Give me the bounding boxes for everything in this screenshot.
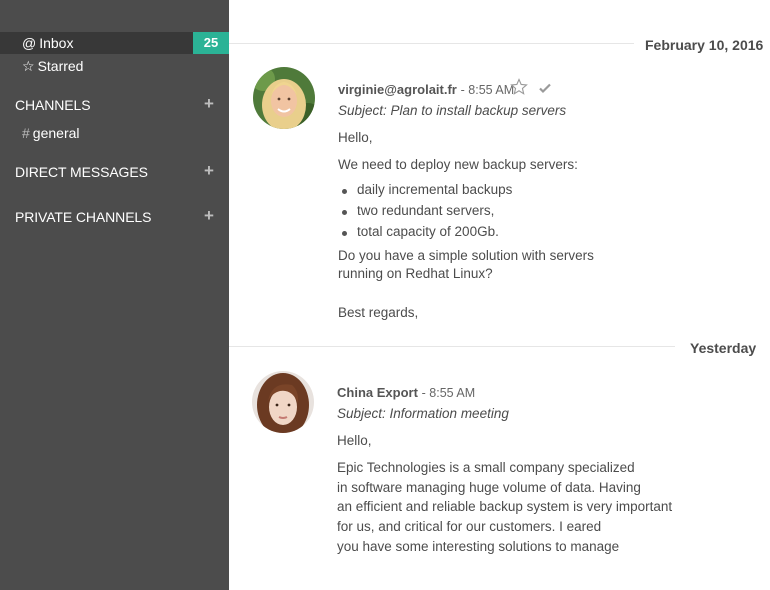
at-icon: @ bbox=[22, 35, 37, 51]
star-icon[interactable] bbox=[510, 78, 528, 101]
hash-icon: # bbox=[22, 125, 30, 141]
message-line: for us, and critical for our customers. … bbox=[337, 519, 602, 534]
message-time: - 8:55 AM bbox=[460, 83, 515, 97]
list-item: daily incremental backups bbox=[341, 182, 513, 197]
message-time: - 8:55 AM bbox=[421, 386, 476, 400]
sidebar: @ Inbox 25 ☆ Starred CHANNELS + # general D… bbox=[0, 0, 229, 590]
message-closing: Best regards, bbox=[338, 305, 419, 320]
channel-label: general bbox=[32, 125, 80, 141]
message-subject: Subject: Plan to install backup servers bbox=[338, 103, 567, 118]
unread-count-badge: 25 bbox=[193, 32, 229, 54]
message-greeting: Hello, bbox=[337, 433, 372, 448]
add-private-channel-icon[interactable]: + bbox=[204, 207, 214, 224]
date-divider-line bbox=[229, 346, 675, 347]
message-greeting: Hello, bbox=[338, 130, 373, 145]
avatar[interactable] bbox=[253, 67, 315, 129]
section-channels[interactable]: CHANNELS bbox=[15, 97, 91, 113]
check-icon[interactable] bbox=[538, 81, 552, 100]
message-line: We need to deploy new backup servers: bbox=[338, 157, 578, 172]
sidebar-item-label: Inbox bbox=[39, 35, 74, 51]
sidebar-item-label: Starred bbox=[37, 58, 84, 74]
message-subject: Subject: Information meeting bbox=[337, 406, 509, 421]
message-line: you have some interesting solutions to m… bbox=[337, 539, 620, 554]
message-author[interactable]: virginie@agrolait.fr bbox=[338, 82, 457, 97]
star-icon: ☆ bbox=[22, 58, 35, 74]
avatar[interactable] bbox=[252, 371, 314, 433]
date-separator: February 10, 2016 bbox=[645, 37, 764, 53]
message-line: running on Redhat Linux? bbox=[338, 266, 493, 281]
message-line: in software managing huge volume of data… bbox=[337, 480, 641, 495]
add-direct-message-icon[interactable]: + bbox=[204, 162, 214, 179]
sidebar-item-starred[interactable]: ☆ Starred bbox=[0, 55, 229, 77]
section-private-channels[interactable]: PRIVATE CHANNELS bbox=[15, 209, 151, 225]
add-channel-icon[interactable]: + bbox=[204, 95, 214, 112]
channel-general[interactable]: # general bbox=[22, 125, 80, 141]
list-item: total capacity of 200Gb. bbox=[342, 224, 499, 239]
section-direct-messages[interactable]: DIRECT MESSAGES bbox=[15, 164, 148, 180]
message-line: an efficient and reliable backup system … bbox=[337, 499, 673, 514]
date-separator: Yesterday bbox=[690, 340, 757, 356]
message-line: Do you have a simple solution with serve… bbox=[338, 248, 594, 263]
message-author[interactable]: China Export bbox=[337, 385, 418, 400]
list-item: two redundant servers, bbox=[341, 203, 495, 218]
message-line: Epic Technologies is a small company spe… bbox=[337, 460, 635, 475]
sidebar-item-inbox[interactable]: @ Inbox 25 bbox=[0, 32, 229, 54]
message-header: virginie@agrolait.fr - 8:55 AM bbox=[338, 82, 514, 97]
message-header: China Export - 8:55 AM bbox=[337, 385, 475, 400]
date-divider-line bbox=[229, 43, 634, 44]
